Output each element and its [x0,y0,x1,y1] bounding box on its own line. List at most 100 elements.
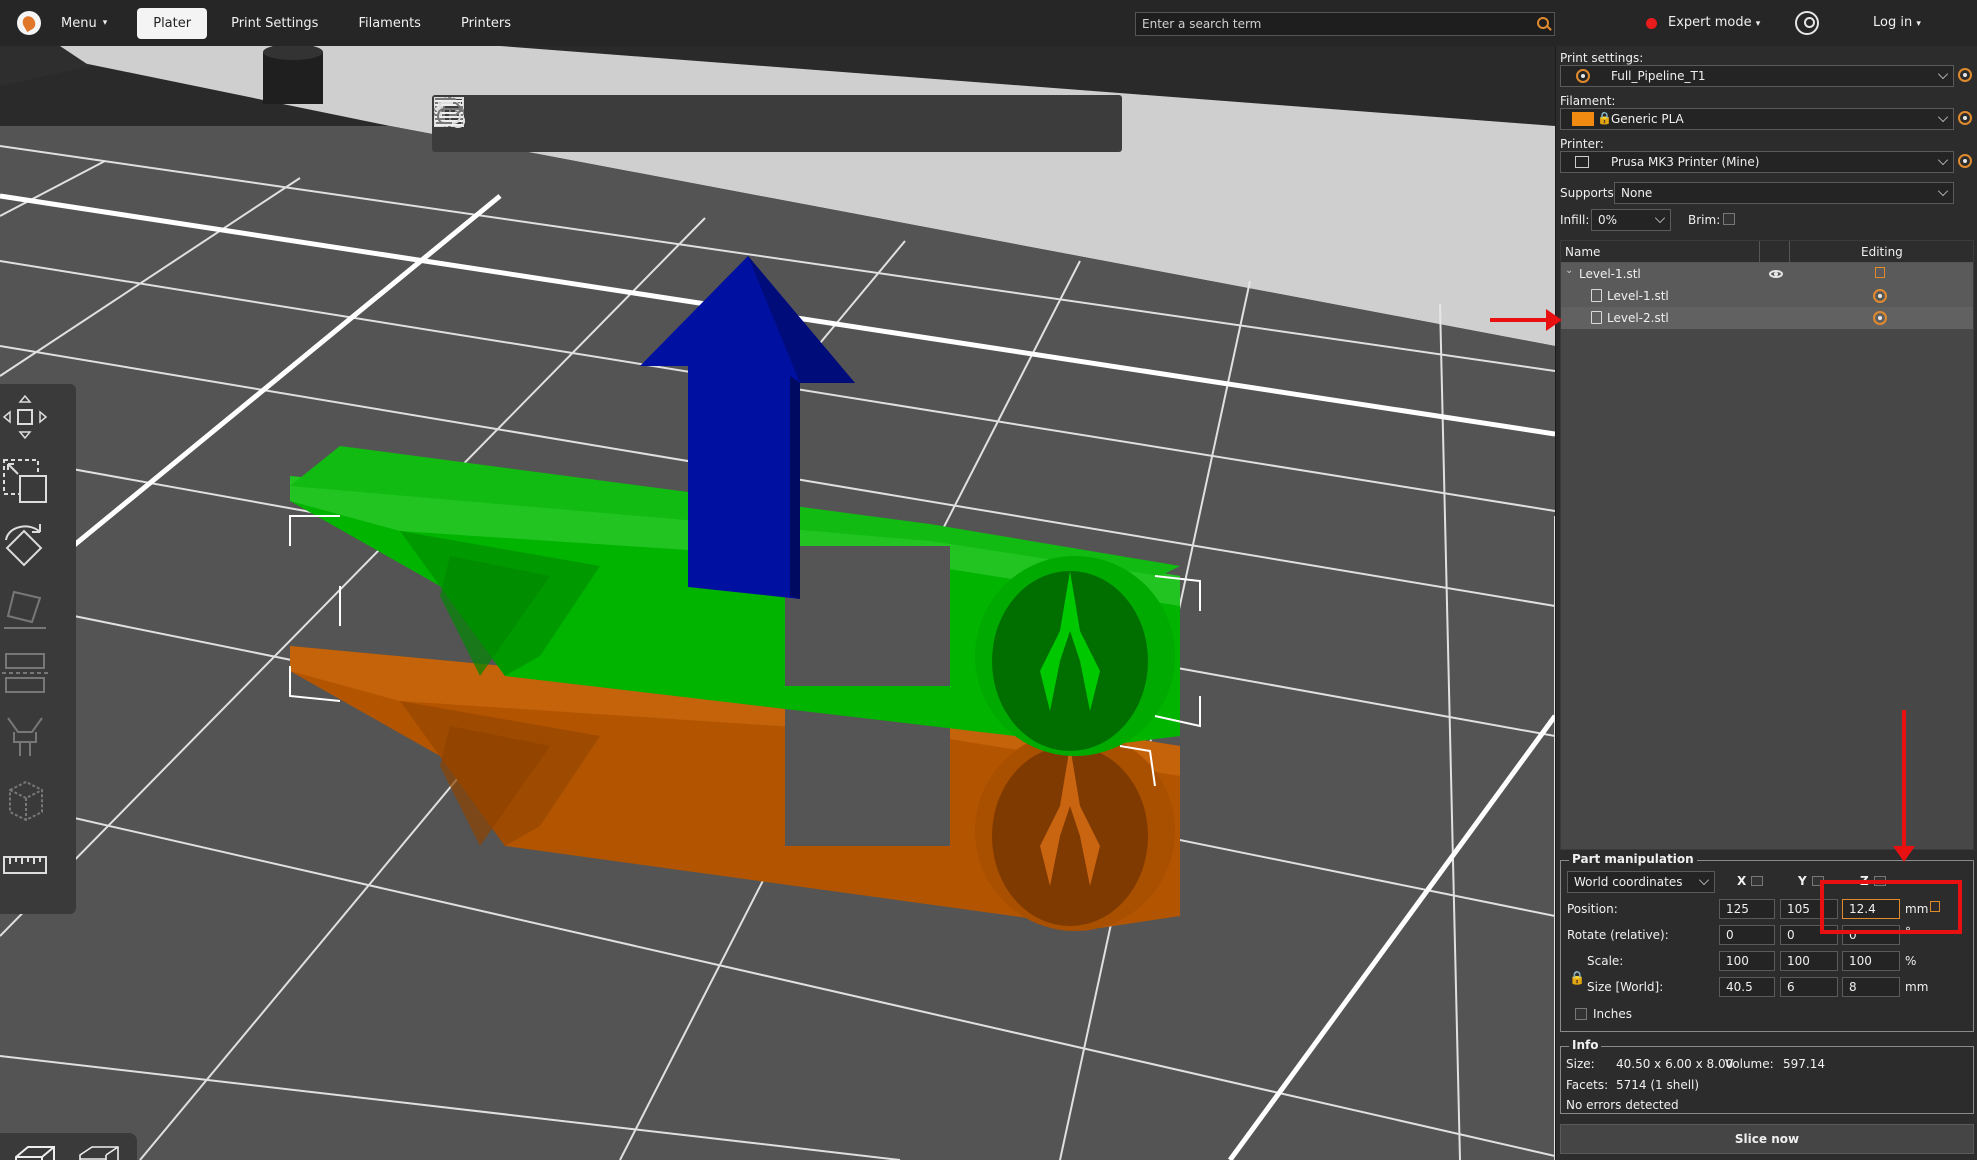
paint-supports-icon [7,717,43,756]
undo-icon[interactable] [434,102,1077,144]
coordinate-system-combo[interactable]: World coordinates [1567,871,1715,893]
chevron-down-icon [1937,154,1949,166]
login-dropdown[interactable]: Log in ▾ [1873,15,1921,30]
layers-editing-icon[interactable] [435,100,1012,144]
inches-label: Inches [1593,1007,1632,1021]
scale-unit: % [1905,954,1917,968]
chevron-down-icon [1937,68,1949,80]
info-volume-label: Volume: [1725,1057,1774,1071]
object-row[interactable]: ⌄ Level-1.stl [1561,263,1973,285]
printer-combo[interactable]: Prusa MK3 Printer (Mine) [1560,151,1954,173]
gizmo-toolbar [0,384,76,914]
3d-viewport[interactable] [0,46,1555,1160]
slice-now-button[interactable]: Slice now [1560,1124,1974,1154]
size-z-input[interactable]: 8 [1842,977,1900,997]
coordinate-system-value: World coordinates [1574,875,1683,889]
scene-canvas [0,46,1555,1160]
scale-icon[interactable] [0,456,50,506]
print-settings-value: Full_Pipeline_T1 [1611,69,1706,83]
scale-x-input[interactable]: 100 [1719,951,1775,971]
tab-print-settings[interactable]: Print Settings [215,8,334,39]
search-box [1135,12,1555,36]
inches-checkbox[interactable] [1575,1008,1587,1020]
login-label: Log in [1873,15,1913,30]
axis-x-swatch [1751,876,1763,886]
column-name: Name [1565,245,1601,259]
annotation-highlight-box [1820,880,1962,934]
size-y-input[interactable]: 6 [1780,977,1838,997]
edit-print-settings-icon[interactable] [1958,68,1972,82]
info-title: Info [1569,1038,1602,1052]
visibility-eye-icon[interactable] [1769,270,1783,278]
infill-value: 0% [1598,213,1618,227]
infill-combo[interactable]: 0% [1591,209,1671,231]
caret-down-icon: ▾ [1916,19,1921,29]
search-icon[interactable] [1532,13,1554,35]
filament-value: Generic PLA [1611,112,1684,126]
brim-label: Brim: [1688,213,1721,227]
rotate-icon[interactable] [0,520,50,570]
plater-toolbar [432,95,1122,152]
supports-label: Supports: [1560,186,1618,200]
preview-icon[interactable] [74,1143,124,1160]
chevron-down-icon [1654,212,1666,224]
scale-label: Scale: [1587,954,1624,968]
part-row[interactable]: Level-1.stl [1561,285,1973,307]
scale-z-input[interactable]: 100 [1842,951,1900,971]
search-input[interactable] [1136,17,1532,31]
redo-icon [437,102,1122,144]
3d-view-icon[interactable] [10,1143,60,1160]
printer-icon [1575,156,1589,168]
menu-button[interactable]: Menu ▾ [61,16,107,31]
tab-filaments[interactable]: Filaments [342,8,437,39]
add-instance-icon[interactable] [434,97,792,144]
edit-filament-icon[interactable] [1958,111,1972,125]
print-settings-combo[interactable]: Full_Pipeline_T1 [1560,65,1954,87]
user-account-icon[interactable] [1795,11,1819,35]
info-size-value: 40.50 x 6.00 x 8.00 [1616,1057,1734,1071]
object-settings-icon[interactable] [1875,267,1885,278]
split-parts-icon [435,98,947,144]
supports-combo[interactable]: None [1614,182,1954,204]
info-volume-value: 597.14 [1783,1057,1825,1071]
part-settings-cog-icon[interactable] [1873,311,1887,325]
part-row[interactable]: Level-2.stl [1561,307,1973,329]
object-name: Level-1.stl [1579,267,1641,281]
caret-down-icon: ▾ [102,18,108,28]
move-icon[interactable] [0,392,50,442]
split-objects-icon [435,98,902,144]
part-settings-cog-icon[interactable] [1873,289,1887,303]
size-label: Size [World]: [1587,980,1664,994]
copy-icon[interactable] [435,98,681,144]
mode-dropdown[interactable]: Expert mode ▾ [1668,15,1760,30]
filament-combo[interactable]: 🔒 Generic PLA [1560,108,1954,130]
collapse-arrow-icon[interactable]: ⌄ [1565,265,1573,276]
printer-label: Printer: [1560,137,1604,151]
size-unit: mm [1905,980,1929,994]
preset-cog-icon [1576,69,1590,83]
position-label: Position: [1567,902,1618,916]
menu-label: Menu [61,15,97,31]
measure-icon[interactable] [0,840,50,890]
lock-scale-icon[interactable]: 🔒 [1569,971,1585,986]
tab-plater[interactable]: Plater [137,7,208,39]
column-divider [1789,241,1790,263]
brim-checkbox[interactable] [1723,213,1735,225]
scale-y-input[interactable]: 100 [1780,951,1838,971]
rotate-x-input[interactable]: 0 [1719,925,1775,945]
mode-indicator-icon [1646,18,1657,29]
print-settings-label: Print settings: [1560,51,1644,65]
delete-all-icon[interactable] [438,98,571,144]
filament-label: Filament: [1560,94,1616,108]
lock-icon: 🔒 [1597,111,1612,125]
position-x-input[interactable]: 125 [1719,899,1775,919]
edit-printer-icon[interactable] [1958,154,1972,168]
arrange-icon[interactable] [434,97,617,144]
size-x-input[interactable]: 40.5 [1719,977,1775,997]
part-name: Level-1.stl [1607,289,1669,303]
filament-color-swatch [1572,112,1594,126]
tab-printers[interactable]: Printers [445,8,527,39]
annotation-arrow-right [1490,309,1562,331]
remove-object-icon[interactable] [435,100,526,144]
info-size-label: Size: [1566,1057,1595,1071]
